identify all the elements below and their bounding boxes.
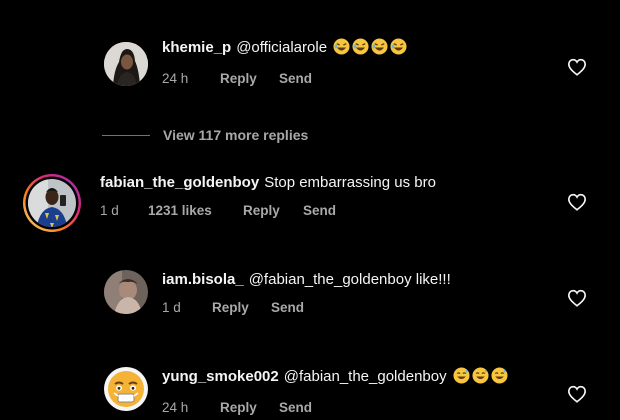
timestamp: 24 h <box>162 71 189 86</box>
send-button[interactable]: Send <box>279 400 312 415</box>
view-more-label: View 117 more replies <box>163 127 309 143</box>
mention-link[interactable]: @fabian_the_goldenboy <box>249 271 412 288</box>
heart-outline-icon[interactable] <box>567 193 587 211</box>
username[interactable]: khemie_p <box>162 39 231 56</box>
mention-link[interactable]: @fabian_the_goldenboy <box>284 368 447 385</box>
comment-meta: 1 d Reply Send <box>162 300 451 318</box>
comment-meta: 24 h Reply Send <box>162 71 407 89</box>
timestamp: 1 d <box>100 203 119 218</box>
view-more-replies-button[interactable]: View 117 more replies <box>102 125 308 145</box>
reply-comment: khemie_p @officialarole 24 h Reply Send <box>0 38 620 98</box>
grinning-sweat-emoji <box>472 367 489 390</box>
reply-button[interactable]: Reply <box>243 203 280 218</box>
comment-text: yung_smoke002 @fabian_the_goldenboy <box>162 367 508 390</box>
comment-meta: 24 h Reply Send <box>162 400 508 418</box>
comment-meta: 1 d 1231 likes Reply Send <box>100 203 436 221</box>
send-button[interactable]: Send <box>279 71 312 86</box>
timestamp: 24 h <box>162 400 189 415</box>
reply-button[interactable]: Reply <box>220 71 257 86</box>
heart-outline-icon[interactable] <box>567 58 587 76</box>
avatar-fabian-the-goldenboy[interactable] <box>22 173 82 233</box>
reply-comment: yung_smoke002 @fabian_the_goldenboy 24 h … <box>0 367 620 420</box>
timestamp: 1 d <box>162 300 181 315</box>
avatar-yung-smoke002[interactable] <box>104 367 148 411</box>
rofl-emoji <box>390 38 407 61</box>
reply-button[interactable]: Reply <box>220 400 257 415</box>
rofl-emoji <box>333 38 350 61</box>
comment-body: like!!! <box>415 271 451 288</box>
comment-body: Stop embarrassing us bro <box>264 174 436 191</box>
comment-text: fabian_the_goldenboy Stop embarrassing us… <box>100 173 436 193</box>
avatar-iam-bisola[interactable] <box>104 270 148 314</box>
username[interactable]: iam.bisola_ <box>162 271 244 288</box>
heart-outline-icon[interactable] <box>567 385 587 403</box>
send-button[interactable]: Send <box>271 300 304 315</box>
comment-text: khemie_p @officialarole <box>162 38 407 61</box>
divider-line <box>102 134 150 136</box>
parent-comment: fabian_the_goldenboy Stop embarrassing us… <box>0 173 620 239</box>
rofl-emoji <box>352 38 369 61</box>
avatar-khemie-p[interactable] <box>104 42 148 86</box>
send-button[interactable]: Send <box>303 203 336 218</box>
mention-link[interactable]: @officialarole <box>236 39 327 56</box>
comment-text: iam.bisola_ @fabian_the_goldenboy like!!! <box>162 270 451 290</box>
grinning-sweat-emoji <box>491 367 508 390</box>
likes-count[interactable]: 1231 likes <box>148 203 212 218</box>
reply-button[interactable]: Reply <box>212 300 249 315</box>
username[interactable]: yung_smoke002 <box>162 368 279 385</box>
username[interactable]: fabian_the_goldenboy <box>100 174 259 191</box>
heart-outline-icon[interactable] <box>567 289 587 307</box>
rofl-emoji <box>371 38 388 61</box>
grinning-sweat-emoji <box>453 367 470 390</box>
comments-thread: khemie_p @officialarole 24 h Reply Send V… <box>0 0 620 420</box>
reply-comment: iam.bisola_ @fabian_the_goldenboy like!!!… <box>0 270 620 330</box>
